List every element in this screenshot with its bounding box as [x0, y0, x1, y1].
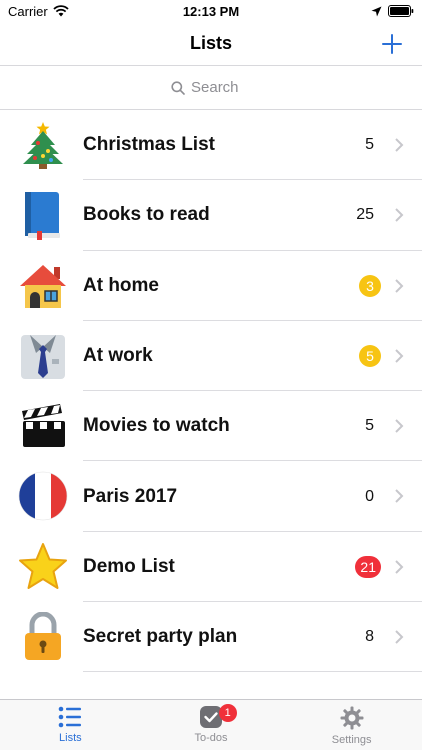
house-icon: [18, 261, 68, 311]
chevron-right-icon: [395, 208, 404, 223]
item-count: 5: [365, 417, 374, 435]
gear-icon: [340, 706, 364, 730]
list-item-label: At work: [83, 345, 153, 367]
page-title: Lists: [189, 33, 232, 53]
list-item-label: At home: [83, 274, 159, 296]
list-item-books-to-read[interactable]: Books to read 25: [0, 180, 422, 251]
list-item-at-home[interactable]: At home 3: [0, 251, 422, 322]
chevron-right-icon: [395, 278, 404, 293]
chevron-right-icon: [395, 489, 404, 504]
location-arrow-icon: [371, 6, 382, 16]
carrier-label: Carrier: [8, 3, 48, 19]
wifi-icon: [53, 5, 69, 17]
list-item-paris-2017[interactable]: Paris 2017 0: [0, 461, 422, 533]
list-item-label: Secret party plan: [83, 626, 238, 648]
count-badge: 3: [359, 274, 381, 297]
tab-bar: Lists 1 To-dos Settings: [0, 699, 422, 750]
tab-settings[interactable]: Settings: [281, 700, 422, 750]
france-flag-icon: [18, 471, 68, 521]
search-input[interactable]: [191, 79, 251, 96]
list-item-label: Demo List: [83, 555, 175, 577]
list-item-label: Christmas List: [83, 134, 215, 156]
chevron-right-icon: [395, 138, 404, 152]
tab-lists[interactable]: Lists: [0, 700, 141, 750]
item-count: 0: [365, 487, 374, 505]
christmas-tree-icon: [18, 120, 68, 170]
plus-icon: [382, 34, 402, 54]
chevron-right-icon: [395, 419, 404, 433]
item-count: 8: [365, 628, 374, 646]
tab-label: Lists: [59, 732, 82, 744]
list-item-label: Paris 2017: [83, 485, 178, 507]
book-icon: [18, 190, 68, 241]
tab-to-dos[interactable]: 1 To-dos: [141, 700, 282, 750]
search-bar[interactable]: [0, 66, 422, 110]
star-icon: [18, 542, 68, 592]
list-item-at-work[interactable]: At work 5: [0, 321, 422, 392]
lists-table: Christmas List 5 Books to read 25 At hom…: [0, 110, 422, 673]
list-item-label: Books to read: [83, 204, 210, 226]
list-item-secret-party-plan[interactable]: Secret party plan 8: [0, 602, 422, 673]
list-item-christmas-list[interactable]: Christmas List 5: [0, 110, 422, 181]
list-item-demo-list[interactable]: Demo List 21: [0, 532, 422, 603]
add-list-button[interactable]: [376, 28, 408, 60]
battery-icon: [388, 5, 414, 17]
todo-badge: 1: [218, 704, 237, 722]
status-bar: Carrier 12:13 PM: [0, 0, 422, 22]
tab-label: Settings: [331, 734, 372, 746]
search-icon: [171, 80, 185, 95]
list-icon: [59, 706, 82, 728]
chevron-right-icon: [395, 630, 404, 644]
clapperboard-icon: [18, 401, 68, 451]
list-item-label: Movies to watch: [83, 415, 230, 437]
count-badge: 21: [355, 555, 381, 578]
count-badge: 5: [359, 345, 381, 368]
navigation-bar: Lists: [0, 22, 422, 66]
chevron-right-icon: [395, 560, 404, 574]
chevron-right-icon: [395, 349, 404, 363]
tab-label: To-dos: [194, 732, 228, 744]
item-count: 25: [356, 206, 374, 224]
item-count: 5: [365, 136, 374, 154]
suit-tie-icon: [18, 331, 68, 381]
padlock-icon: [18, 612, 68, 662]
list-item-movies-to-watch[interactable]: Movies to watch 5: [0, 391, 422, 462]
